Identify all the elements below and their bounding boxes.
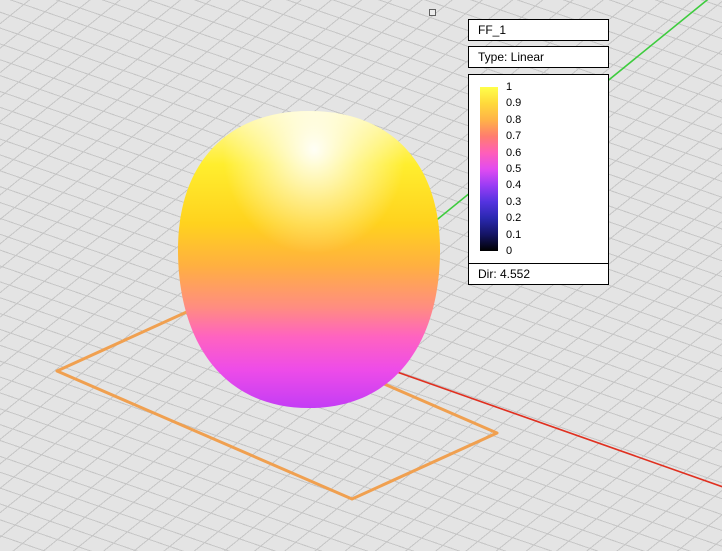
legend-colorbar-box[interactable]: 1 0.9 0.8 0.7 0.6 0.5 0.4 0.3 0.2 0.1 0 — [468, 74, 609, 264]
colorbar-ticks: 1 0.9 0.8 0.7 0.6 0.5 0.4 0.3 0.2 0.1 0 — [506, 81, 576, 257]
colorbar-tick-label: 0.2 — [506, 212, 576, 224]
legend-type-label: Type: Linear — [478, 50, 544, 64]
radiation-pattern-highlight — [178, 111, 440, 408]
colorbar-tick-label: 0.9 — [506, 97, 576, 109]
colorbar-tick-label: 0.8 — [506, 114, 576, 126]
legend-panel[interactable]: FF_1 Type: Linear 1 0.9 0.8 0.7 0.6 0.5 0.4 0.3… — [468, 19, 609, 285]
legend-title: FF_1 — [478, 23, 506, 37]
colorbar-tick-label: 0.1 — [506, 229, 576, 241]
legend-type-box[interactable]: Type: Linear — [468, 46, 609, 68]
colorbar-tick-label: 0.4 — [506, 179, 576, 191]
x-axis-line — [380, 366, 722, 488]
legend-dir-box[interactable]: Dir: 4.552 — [468, 263, 609, 285]
colorbar-tick-label: 0.6 — [506, 147, 576, 159]
legend-title-box[interactable]: FF_1 — [468, 19, 609, 41]
colorbar-tick-label: 1 — [506, 81, 576, 93]
colorbar-tick-label: 0.5 — [506, 163, 576, 175]
scene-canvas — [0, 0, 722, 551]
handle-marker[interactable] — [429, 9, 436, 16]
viewport-3d[interactable]: FF_1 Type: Linear 1 0.9 0.8 0.7 0.6 0.5 0.4 0.3… — [0, 0, 722, 551]
colorbar-tick-label: 0.3 — [506, 196, 576, 208]
colorbar-gradient — [480, 87, 498, 251]
legend-dir-label: Dir: 4.552 — [478, 267, 530, 281]
colorbar-tick-label: 0.7 — [506, 130, 576, 142]
colorbar-tick-label: 0 — [506, 245, 576, 257]
